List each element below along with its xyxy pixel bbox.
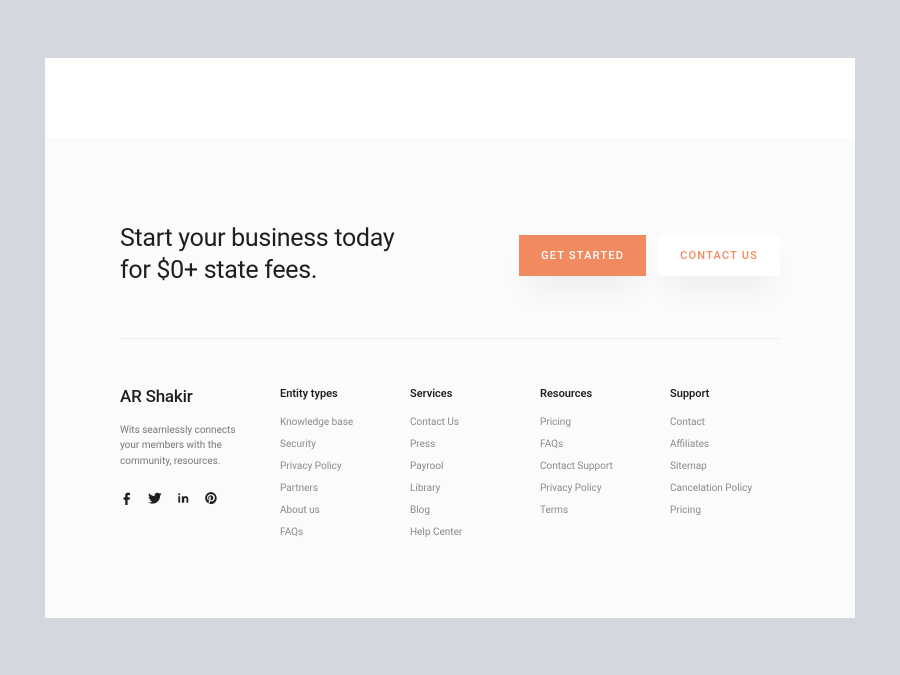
social-icons-row [120,491,250,505]
column-resources: Resources Pricing FAQs Contact Support P… [540,387,660,540]
facebook-icon[interactable] [120,491,134,505]
get-started-button[interactable]: GET STARTED [519,235,646,276]
footer-link[interactable]: Affiliates [670,438,780,452]
column-heading: Services [410,387,530,400]
footer-link[interactable]: Cancelation Policy [670,482,780,496]
brand-column: AR Shakir Wits seamlessly connects your … [120,387,270,540]
brand-name: AR Shakir [120,387,250,407]
link-list: Contact Us Press Payrool Library Blog He… [410,416,530,540]
footer-link[interactable]: About us [280,504,400,518]
page-container: Start your business today for $0+ state … [45,58,855,618]
footer-link[interactable]: FAQs [540,438,660,452]
contact-us-button[interactable]: CONTACT US [658,235,780,276]
footer-link[interactable]: Contact Support [540,460,660,474]
cta-row: Start your business today for $0+ state … [120,223,780,339]
footer-link[interactable]: Knowledge base [280,416,400,430]
footer-link[interactable]: Pricing [540,416,660,430]
link-list: Knowledge base Security Privacy Policy P… [280,416,400,540]
footer-link[interactable]: Privacy Policy [540,482,660,496]
cta-buttons: GET STARTED CONTACT US [519,235,780,276]
footer-link[interactable]: Library [410,482,530,496]
footer-link[interactable]: Terms [540,504,660,518]
heading-line-2: for $0+ state fees. [120,256,317,285]
footer-link[interactable]: Help Center [410,526,530,540]
column-heading: Entity types [280,387,400,400]
footer-link[interactable]: FAQs [280,526,400,540]
footer-link[interactable]: Payrool [410,460,530,474]
pinterest-icon[interactable] [204,491,218,505]
footer-link[interactable]: Security [280,438,400,452]
footer-link[interactable]: Pricing [670,504,780,518]
column-services: Services Contact Us Press Payrool Librar… [410,387,530,540]
column-entity-types: Entity types Knowledge base Security Pri… [280,387,400,540]
footer-link[interactable]: Contact [670,416,780,430]
column-heading: Support [670,387,780,400]
footer-link[interactable]: Privacy Policy [280,460,400,474]
heading-line-1: Start your business today [120,224,394,253]
brand-description: Wits seamlessly connects your members wi… [120,423,250,470]
footer-columns: AR Shakir Wits seamlessly connects your … [120,339,780,540]
footer-link[interactable]: Press [410,438,530,452]
footer-link[interactable]: Contact Us [410,416,530,430]
twitter-icon[interactable] [148,491,162,505]
column-support: Support Contact Affiliates Sitemap Cance… [670,387,780,540]
cta-heading: Start your business today for $0+ state … [120,223,394,288]
footer-link[interactable]: Partners [280,482,400,496]
link-list: Pricing FAQs Contact Support Privacy Pol… [540,416,660,518]
footer-section: Start your business today for $0+ state … [45,138,855,618]
footer-link[interactable]: Sitemap [670,460,780,474]
linkedin-icon[interactable] [176,491,190,505]
link-list: Contact Affiliates Sitemap Cancelation P… [670,416,780,518]
footer-link[interactable]: Blog [410,504,530,518]
column-heading: Resources [540,387,660,400]
